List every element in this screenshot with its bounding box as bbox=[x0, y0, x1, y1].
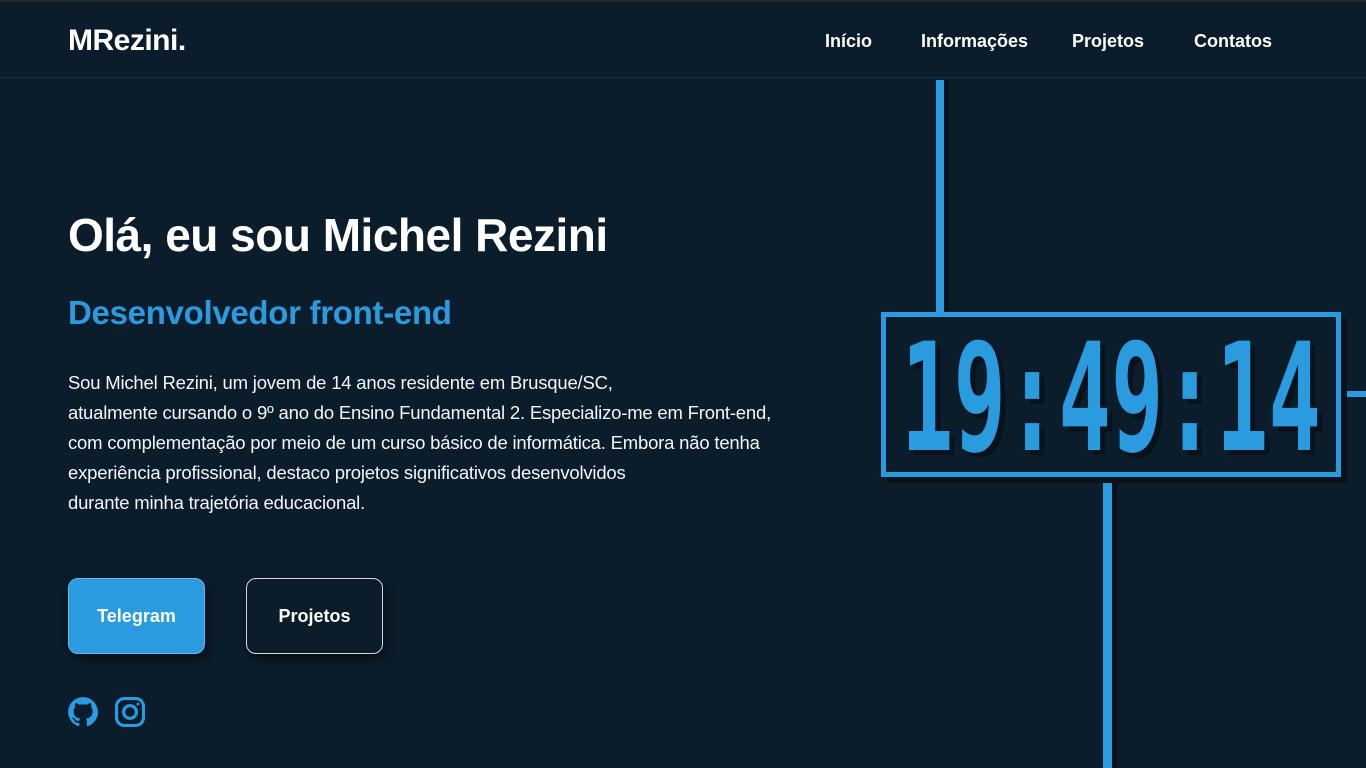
hero-subtitle: Desenvolvedor front-end bbox=[68, 294, 452, 331]
bio-line: experiência profissional, destaco projet… bbox=[68, 462, 626, 483]
bio-line: com complementação por meio de um curso … bbox=[68, 432, 760, 453]
projetos-button[interactable]: Projetos bbox=[246, 578, 383, 654]
bio-line: atualmente cursando o 9º ano do Ensino F… bbox=[68, 402, 772, 423]
nav-item-contatos[interactable]: Contatos bbox=[1194, 31, 1272, 52]
nav-item-projetos[interactable]: Projetos bbox=[1072, 31, 1144, 52]
nav-item-informacoes[interactable]: Informações bbox=[921, 31, 1028, 52]
header: MRezini. Início Informações Projetos Con… bbox=[0, 0, 1366, 78]
clock-display: 19:49:14 19:49:14 bbox=[901, 317, 1326, 472]
nav-item-inicio[interactable]: Início bbox=[825, 31, 872, 52]
github-icon[interactable] bbox=[66, 694, 100, 730]
clock-line-bottom bbox=[1103, 476, 1112, 768]
bio-line: Sou Michel Rezini, um jovem de 14 anos r… bbox=[68, 372, 613, 393]
clock-line-top bbox=[936, 80, 944, 314]
clock-time: 19:49:14 bbox=[901, 317, 1321, 472]
logo[interactable]: MRezini. bbox=[68, 24, 186, 58]
hero-title: Olá, eu sou Michel Rezini bbox=[68, 209, 608, 261]
bio-line: durante minha trajetória educacional. bbox=[68, 492, 366, 513]
page: MRezini. Início Informações Projetos Con… bbox=[0, 0, 1366, 768]
instagram-icon[interactable] bbox=[113, 694, 147, 730]
telegram-button[interactable]: Telegram bbox=[68, 578, 205, 654]
bio-paragraph: Sou Michel Rezini, um jovem de 14 anos r… bbox=[68, 368, 788, 518]
